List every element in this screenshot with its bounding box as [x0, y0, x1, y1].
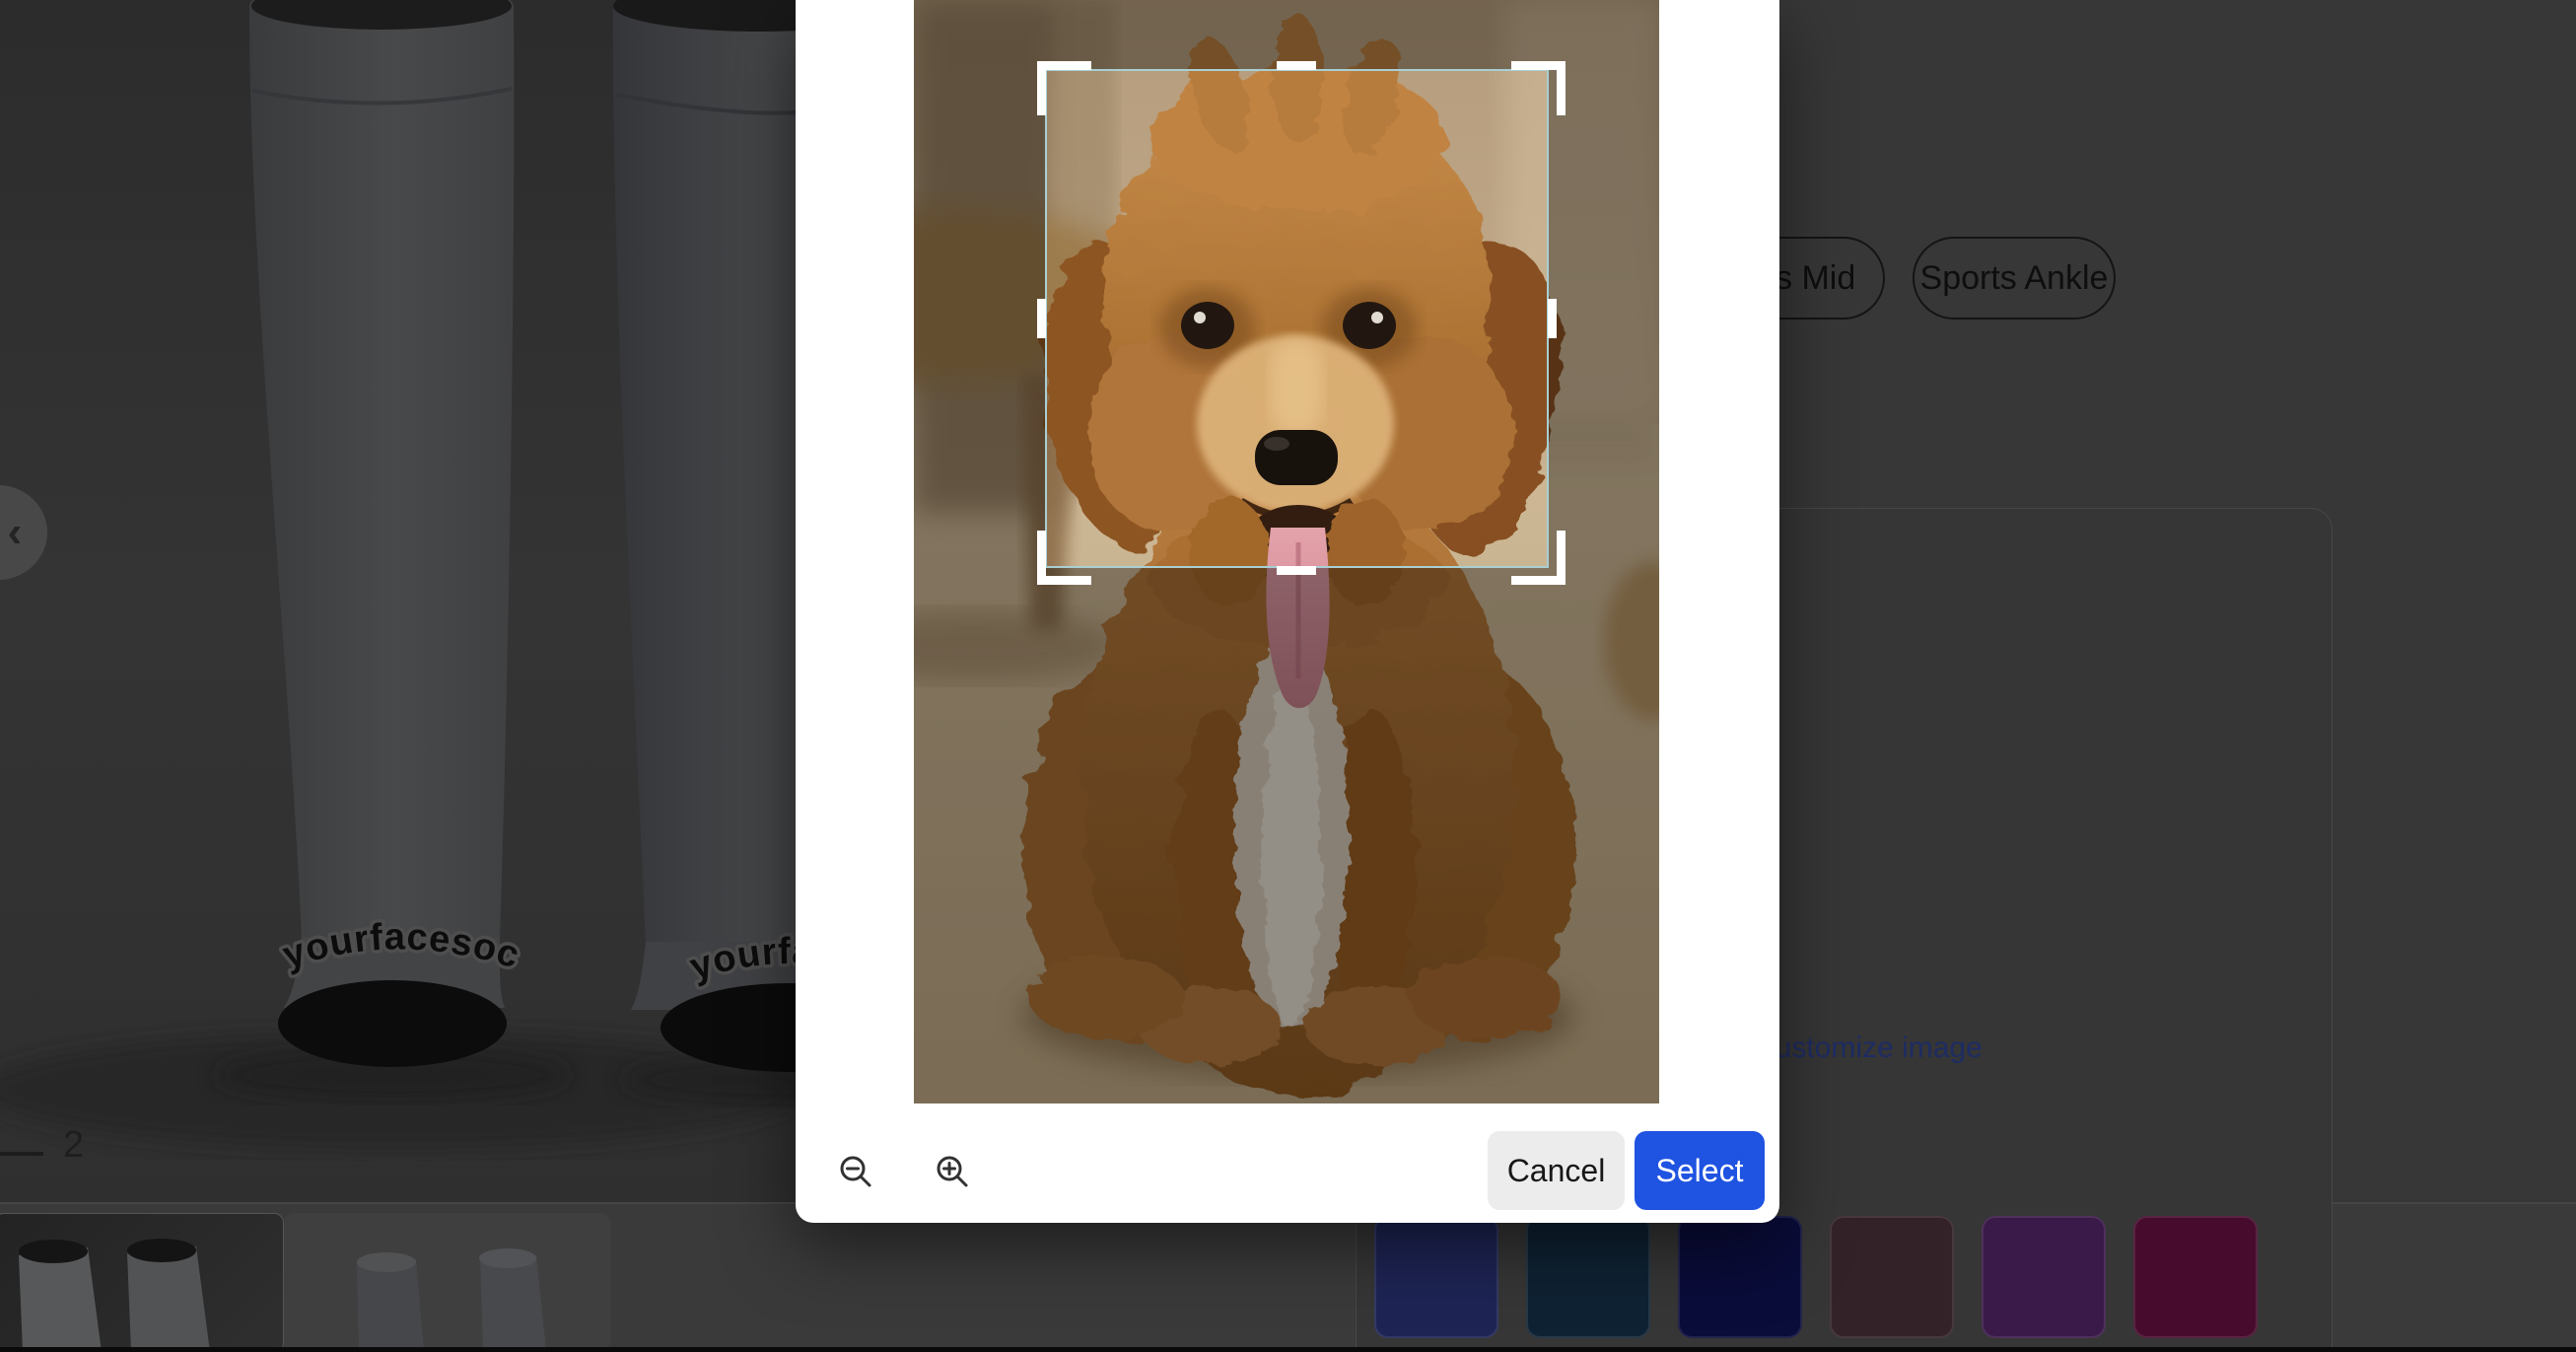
crop-handle-top-right[interactable]	[1511, 61, 1566, 115]
crop-handle-left[interactable]	[1037, 299, 1046, 338]
page: yourfacesocks yourfacesocks ‹ 2	[0, 0, 2576, 1352]
magnifier-minus-icon	[837, 1153, 874, 1190]
crop-handle-bottom-right[interactable]	[1511, 531, 1566, 585]
customize-image-link[interactable]: Customize image	[1754, 1032, 1983, 1065]
thumbnail-sock-graphic	[284, 1213, 610, 1351]
magnifier-plus-icon	[934, 1153, 971, 1190]
color-swatch[interactable]	[1374, 1216, 1498, 1338]
crop-handle-right[interactable]	[1548, 299, 1557, 338]
crop-handle-top[interactable]	[1277, 61, 1316, 70]
style-option-label: Sports Ankle	[1920, 259, 2109, 298]
chevron-left-icon: ‹	[8, 508, 23, 557]
color-swatch[interactable]	[1678, 1216, 1802, 1338]
page-indicator: 2	[63, 1124, 84, 1167]
zoom-in-button[interactable]	[933, 1153, 972, 1192]
crop-dim-overlay	[914, 0, 1659, 69]
color-swatch[interactable]	[1526, 1216, 1650, 1338]
crop-dim-overlay	[914, 568, 1659, 1103]
cancel-button[interactable]: Cancel	[1488, 1131, 1625, 1210]
crop-handle-bottom-left[interactable]	[1037, 531, 1091, 585]
crop-dim-overlay	[1549, 69, 1659, 568]
thumbnail-view-1[interactable]	[0, 1213, 284, 1352]
crop-dim-overlay	[914, 69, 1045, 568]
thumbnail-view-2[interactable]	[284, 1213, 610, 1351]
color-swatch[interactable]	[2133, 1216, 2258, 1338]
crop-selection-box[interactable]	[1045, 69, 1549, 568]
pagination-dash	[0, 1152, 43, 1156]
crop-canvas[interactable]	[914, 0, 1659, 1103]
crop-image-dialog: Cancel Select	[796, 0, 1779, 1223]
crop-handle-bottom[interactable]	[1277, 566, 1316, 575]
zoom-out-button[interactable]	[836, 1153, 875, 1192]
window-bottom-edge	[0, 1347, 2576, 1352]
style-option-sports-ankle[interactable]: Sports Ankle	[1913, 237, 2116, 320]
color-swatch-row	[1374, 1216, 2258, 1338]
product-photo-socks: yourfacesocks yourfacesocks	[0, 0, 828, 1203]
thumbnail-sock-graphic	[0, 1214, 283, 1352]
crop-handle-top-left[interactable]	[1037, 61, 1091, 115]
color-swatch[interactable]	[1830, 1216, 1954, 1338]
color-swatch[interactable]	[1982, 1216, 2106, 1338]
select-button[interactable]: Select	[1635, 1131, 1765, 1210]
